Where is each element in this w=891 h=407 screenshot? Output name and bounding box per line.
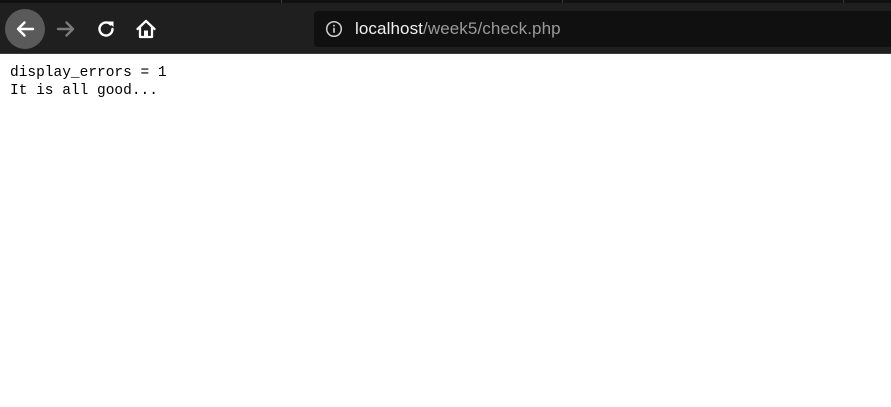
home-icon <box>136 19 156 39</box>
browser-toolbar: localhost/week5/check.php <box>0 0 891 54</box>
reload-button[interactable] <box>86 9 126 49</box>
tab-divider <box>562 0 563 3</box>
reload-icon <box>98 21 114 37</box>
tab-divider <box>843 0 844 3</box>
arrow-right-icon <box>56 21 75 37</box>
info-icon[interactable] <box>324 19 344 39</box>
page-content: display_errors = 1 It is all good... <box>0 54 891 100</box>
output-line: display_errors = 1 <box>10 65 167 81</box>
home-button[interactable] <box>126 9 166 49</box>
tab-divider <box>281 0 282 3</box>
url-host: localhost <box>355 19 423 38</box>
page-output: display_errors = 1 It is all good... <box>10 64 891 100</box>
forward-button[interactable] <box>46 9 86 49</box>
url-path: /week5/check.php <box>423 19 561 38</box>
back-button[interactable] <box>5 9 45 49</box>
url-text[interactable]: localhost/week5/check.php <box>355 19 561 39</box>
arrow-left-icon <box>16 21 35 37</box>
output-line: It is all good... <box>10 83 158 99</box>
address-bar[interactable]: localhost/week5/check.php <box>314 11 891 47</box>
